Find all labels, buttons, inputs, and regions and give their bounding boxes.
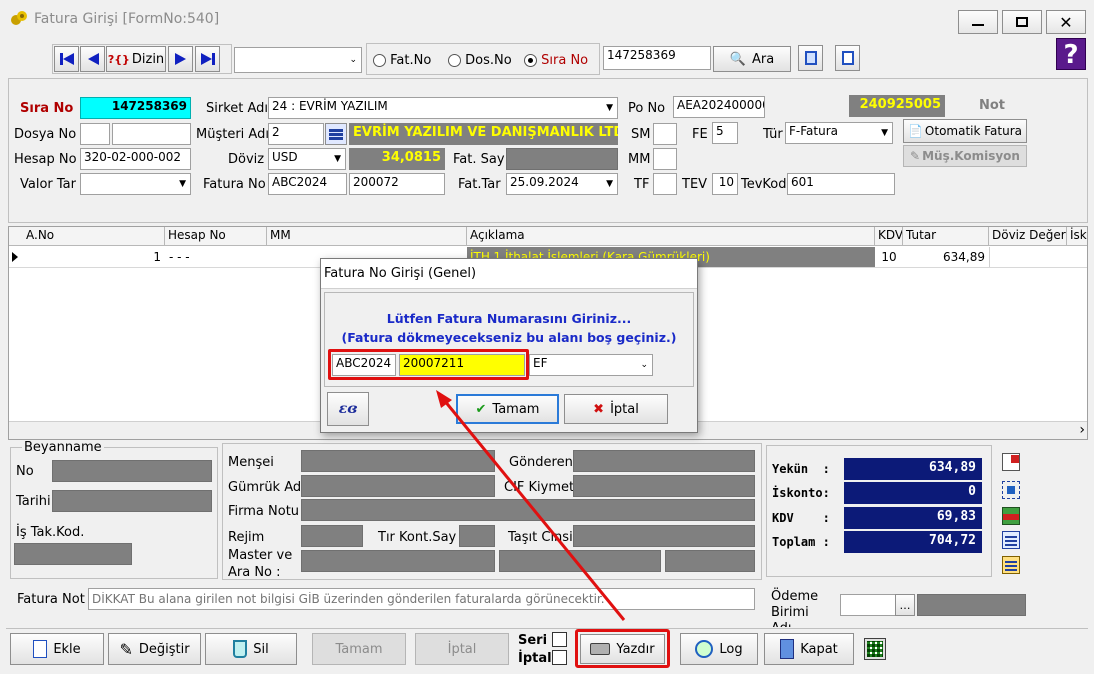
annotation-arrow <box>436 390 626 621</box>
